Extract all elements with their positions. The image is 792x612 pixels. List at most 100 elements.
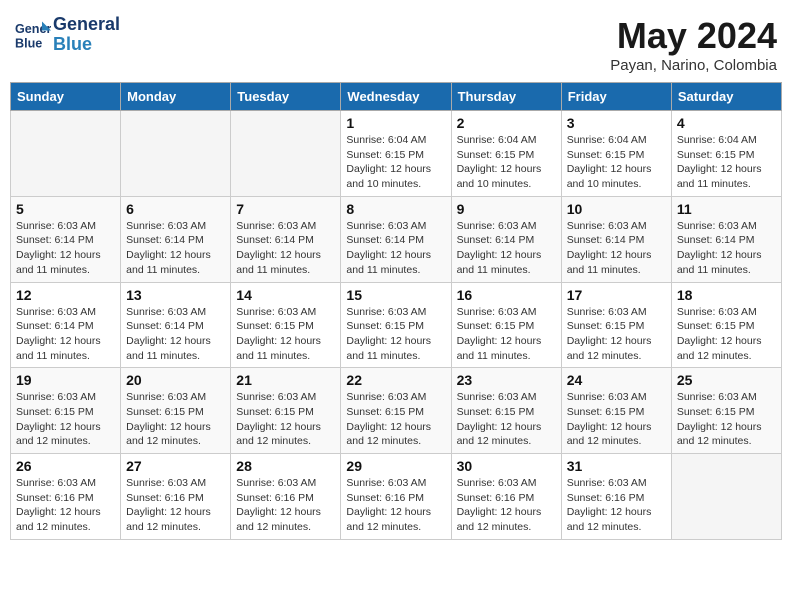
day-number: 8 [346,201,445,217]
day-info: Sunrise: 6:03 AM Sunset: 6:15 PM Dayligh… [457,305,556,364]
day-info: Sunrise: 6:03 AM Sunset: 6:15 PM Dayligh… [567,305,666,364]
day-number: 16 [457,287,556,303]
day-info: Sunrise: 6:04 AM Sunset: 6:15 PM Dayligh… [677,133,776,192]
day-info: Sunrise: 6:03 AM Sunset: 6:15 PM Dayligh… [126,390,225,449]
day-info: Sunrise: 6:03 AM Sunset: 6:14 PM Dayligh… [16,219,115,278]
logo: General Blue General Blue [15,15,120,55]
day-info: Sunrise: 6:03 AM Sunset: 6:15 PM Dayligh… [346,390,445,449]
day-info: Sunrise: 6:03 AM Sunset: 6:15 PM Dayligh… [346,305,445,364]
day-number: 21 [236,372,335,388]
col-header-friday: Friday [561,83,671,111]
calendar-cell: 19 Sunrise: 6:03 AM Sunset: 6:15 PM Dayli… [11,368,121,454]
day-info: Sunrise: 6:03 AM Sunset: 6:15 PM Dayligh… [457,390,556,449]
day-number: 28 [236,458,335,474]
calendar-cell: 4 Sunrise: 6:04 AM Sunset: 6:15 PM Daylig… [671,111,781,197]
calendar-cell: 25 Sunrise: 6:03 AM Sunset: 6:15 PM Dayli… [671,368,781,454]
day-info: Sunrise: 6:03 AM Sunset: 6:16 PM Dayligh… [346,476,445,535]
day-info: Sunrise: 6:03 AM Sunset: 6:14 PM Dayligh… [567,219,666,278]
calendar-table: SundayMondayTuesdayWednesdayThursdayFrid… [10,82,782,540]
calendar-cell: 23 Sunrise: 6:03 AM Sunset: 6:15 PM Dayli… [451,368,561,454]
col-header-thursday: Thursday [451,83,561,111]
day-number: 5 [16,201,115,217]
day-info: Sunrise: 6:03 AM Sunset: 6:14 PM Dayligh… [126,305,225,364]
day-number: 17 [567,287,666,303]
calendar-cell: 28 Sunrise: 6:03 AM Sunset: 6:16 PM Dayli… [231,454,341,540]
day-number: 24 [567,372,666,388]
day-number: 10 [567,201,666,217]
calendar-cell: 15 Sunrise: 6:03 AM Sunset: 6:15 PM Dayli… [341,282,451,368]
calendar-cell [121,111,231,197]
day-number: 30 [457,458,556,474]
col-header-sunday: Sunday [11,83,121,111]
calendar-cell: 3 Sunrise: 6:04 AM Sunset: 6:15 PM Daylig… [561,111,671,197]
day-info: Sunrise: 6:03 AM Sunset: 6:15 PM Dayligh… [236,305,335,364]
calendar-cell: 5 Sunrise: 6:03 AM Sunset: 6:14 PM Daylig… [11,196,121,282]
day-info: Sunrise: 6:04 AM Sunset: 6:15 PM Dayligh… [567,133,666,192]
calendar-cell: 7Sunrise: 6:03 AM Sunset: 6:14 PM Daylig… [231,196,341,282]
day-info: Sunrise: 6:03 AM Sunset: 6:14 PM Dayligh… [126,219,225,278]
calendar-cell: 17 Sunrise: 6:03 AM Sunset: 6:15 PM Dayli… [561,282,671,368]
day-number: 22 [346,372,445,388]
calendar-cell: 27 Sunrise: 6:03 AM Sunset: 6:16 PM Dayli… [121,454,231,540]
day-info: Sunrise: 6:03 AM Sunset: 6:16 PM Dayligh… [126,476,225,535]
day-number: 25 [677,372,776,388]
logo-line2: Blue [53,35,120,55]
day-info: Sunrise: 6:03 AM Sunset: 6:14 PM Dayligh… [346,219,445,278]
day-info: Sunrise: 6:03 AM Sunset: 6:15 PM Dayligh… [16,390,115,449]
day-number: 18 [677,287,776,303]
page-header: General Blue General Blue May 2024 Payan… [10,10,782,74]
day-number: 19 [16,372,115,388]
day-info: Sunrise: 6:03 AM Sunset: 6:14 PM Dayligh… [236,219,335,278]
day-info: Sunrise: 6:03 AM Sunset: 6:14 PM Dayligh… [677,219,776,278]
day-number: 15 [346,287,445,303]
day-number: 31 [567,458,666,474]
logo-line1: General [53,15,120,35]
calendar-cell: 6 Sunrise: 6:03 AM Sunset: 6:14 PM Daylig… [121,196,231,282]
calendar-cell: 22 Sunrise: 6:03 AM Sunset: 6:15 PM Dayli… [341,368,451,454]
day-number: 6 [126,201,225,217]
calendar-cell: 21 Sunrise: 6:03 AM Sunset: 6:15 PM Dayli… [231,368,341,454]
calendar-cell: 16 Sunrise: 6:03 AM Sunset: 6:15 PM Dayli… [451,282,561,368]
svg-text:Blue: Blue [15,36,42,50]
calendar-cell: 13Sunrise: 6:03 AM Sunset: 6:14 PM Dayli… [121,282,231,368]
calendar-cell [671,454,781,540]
calendar-cell: 14 Sunrise: 6:03 AM Sunset: 6:15 PM Dayli… [231,282,341,368]
calendar-cell: 31 Sunrise: 6:03 AM Sunset: 6:16 PM Dayli… [561,454,671,540]
calendar-cell: 11 Sunrise: 6:03 AM Sunset: 6:14 PM Dayli… [671,196,781,282]
calendar-cell: 2Sunrise: 6:04 AM Sunset: 6:15 PM Daylig… [451,111,561,197]
day-info: Sunrise: 6:03 AM Sunset: 6:14 PM Dayligh… [16,305,115,364]
day-info: Sunrise: 6:03 AM Sunset: 6:15 PM Dayligh… [236,390,335,449]
calendar-cell: 12Sunrise: 6:03 AM Sunset: 6:14 PM Dayli… [11,282,121,368]
day-info: Sunrise: 6:04 AM Sunset: 6:15 PM Dayligh… [457,133,556,192]
calendar-cell: 20 Sunrise: 6:03 AM Sunset: 6:15 PM Dayli… [121,368,231,454]
day-info: Sunrise: 6:03 AM Sunset: 6:15 PM Dayligh… [677,305,776,364]
day-number: 4 [677,115,776,131]
day-info: Sunrise: 6:03 AM Sunset: 6:16 PM Dayligh… [236,476,335,535]
month-title: May 2024 [610,15,777,57]
day-info: Sunrise: 6:04 AM Sunset: 6:15 PM Dayligh… [346,133,445,192]
day-number: 23 [457,372,556,388]
calendar-cell: 10 Sunrise: 6:03 AM Sunset: 6:14 PM Dayli… [561,196,671,282]
location-subtitle: Payan, Narino, Colombia [610,57,777,74]
day-number: 1 [346,115,445,131]
day-number: 11 [677,201,776,217]
day-number: 27 [126,458,225,474]
day-number: 14 [236,287,335,303]
day-info: Sunrise: 6:03 AM Sunset: 6:16 PM Dayligh… [457,476,556,535]
day-number: 26 [16,458,115,474]
logo-icon: General Blue [15,17,51,53]
day-info: Sunrise: 6:03 AM Sunset: 6:14 PM Dayligh… [457,219,556,278]
calendar-cell: 24 Sunrise: 6:03 AM Sunset: 6:15 PM Dayli… [561,368,671,454]
title-area: May 2024 Payan, Narino, Colombia [610,15,777,74]
day-info: Sunrise: 6:03 AM Sunset: 6:15 PM Dayligh… [677,390,776,449]
calendar-cell: 9Sunrise: 6:03 AM Sunset: 6:14 PM Daylig… [451,196,561,282]
day-info: Sunrise: 6:03 AM Sunset: 6:16 PM Dayligh… [16,476,115,535]
col-header-saturday: Saturday [671,83,781,111]
day-number: 3 [567,115,666,131]
col-header-monday: Monday [121,83,231,111]
day-number: 20 [126,372,225,388]
calendar-cell: 1 Sunrise: 6:04 AM Sunset: 6:15 PM Daylig… [341,111,451,197]
day-number: 29 [346,458,445,474]
day-info: Sunrise: 6:03 AM Sunset: 6:15 PM Dayligh… [567,390,666,449]
day-info: Sunrise: 6:03 AM Sunset: 6:16 PM Dayligh… [567,476,666,535]
